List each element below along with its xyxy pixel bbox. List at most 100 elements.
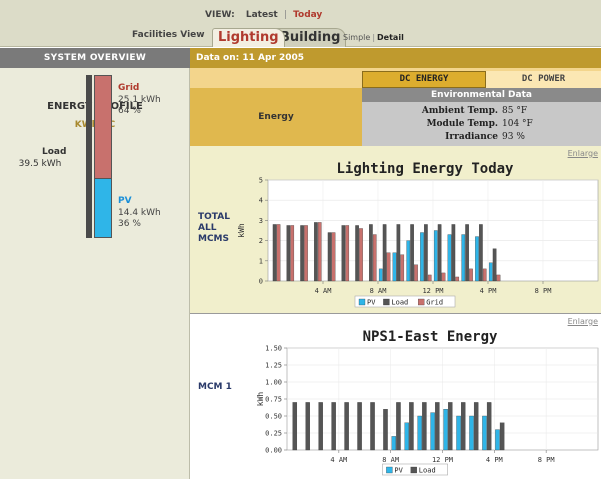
bar-load: [272, 224, 277, 282]
legend-swatch: [383, 298, 390, 306]
y-tick-label: 1.25: [265, 362, 282, 370]
chart-title: NPS1-East Energy: [363, 329, 498, 345]
y-tick-label: 0.25: [265, 430, 282, 438]
tab-dc-energy[interactable]: DC ENERGY: [362, 71, 486, 88]
environmental-data: Ambient Temp. 85 °F Module Temp. 104 °F …: [362, 102, 601, 146]
view-selector: VIEW: Latest | Today: [205, 10, 322, 20]
bar-load: [448, 402, 453, 451]
env-key: Module Temp.: [426, 119, 498, 129]
nps1-east-energy-chart: NPS1-East Energy 0.00 0.25 0.50 0.75 1.00 1.25…: [256, 329, 599, 476]
view-today-link[interactable]: Today: [293, 10, 322, 20]
bar-load: [305, 402, 310, 451]
energy-label: Energy: [190, 88, 362, 146]
row-label-total: TOTAL ALL MCMS: [198, 212, 230, 244]
bar-load: [422, 402, 427, 451]
bar-pv: [488, 262, 493, 282]
facilities-view-link[interactable]: Facilities View: [132, 30, 205, 40]
enlarge-link[interactable]: Enlarge: [568, 317, 598, 326]
pv-percent: 36 %: [118, 219, 141, 229]
y-tick-label: 0.50: [265, 413, 282, 421]
bar-load: [473, 402, 479, 451]
bar-grid: [290, 225, 295, 282]
tab-dc-power[interactable]: DC POWER: [486, 71, 601, 88]
bar-load: [437, 224, 442, 282]
x-tick-label: 4 AM: [315, 287, 332, 295]
bar-load: [318, 402, 323, 451]
y-tick-label: 4: [259, 197, 263, 205]
bar-grid: [496, 274, 501, 282]
bar-load: [465, 224, 469, 282]
legend-label: PV: [394, 467, 403, 475]
bar-pv: [404, 422, 409, 451]
view-label: VIEW:: [205, 10, 235, 20]
top-header: VIEW: Latest | Today Facilities View Lig…: [0, 0, 601, 47]
bar-grid: [359, 228, 363, 282]
y-tick-label: 1: [259, 257, 263, 265]
bar-grid: [427, 274, 432, 282]
y-tick-label: 0: [259, 278, 263, 286]
y-tick-label: 1.00: [265, 379, 282, 387]
pv-kwh: 14.4 kWh: [118, 208, 161, 218]
bar-pv: [495, 429, 500, 451]
load-label: Load: [42, 147, 67, 157]
mode-separator: |: [372, 33, 376, 42]
legend-swatch: [386, 466, 393, 474]
x-tick-label: 4 PM: [486, 456, 503, 464]
bar-pv: [378, 268, 383, 282]
bar-grid: [331, 232, 336, 282]
y-tick-label: 3: [259, 217, 263, 225]
bar-pv: [475, 236, 479, 282]
pv-label: PV: [118, 196, 132, 206]
y-tick-label: 0.75: [265, 396, 282, 404]
bar-load: [292, 402, 298, 451]
row-label-mcm1: MCM 1: [198, 382, 232, 392]
bar-load: [300, 225, 304, 282]
bar-load: [479, 224, 483, 282]
legend-label: Load: [419, 467, 436, 475]
mode-selector: Simple | Detail: [343, 33, 404, 42]
mode-detail-link[interactable]: Detail: [377, 33, 404, 42]
bar-grid: [317, 222, 322, 282]
bar-pv: [392, 252, 397, 282]
bar-pv: [420, 232, 424, 282]
bar-pv: [469, 415, 474, 451]
y-tick-label: 2: [259, 237, 263, 245]
env-value: 93 %: [502, 132, 525, 142]
y-tick-label: 0.00: [265, 447, 282, 455]
bar-load: [370, 402, 375, 451]
y-axis-label: kWh: [256, 392, 265, 407]
grid-percent: 64 %: [118, 106, 141, 116]
x-tick-label: 8 PM: [538, 456, 555, 464]
tab-lighting[interactable]: Lighting: [212, 28, 285, 47]
bar-pv: [417, 415, 422, 451]
bar-load: [396, 402, 401, 451]
env-value: 104 °F: [502, 119, 533, 129]
bar-grid: [441, 272, 446, 282]
env-value: 85 °F: [502, 106, 528, 116]
bar-grid: [372, 234, 377, 282]
x-tick-label: 4 PM: [480, 287, 497, 295]
view-latest-link[interactable]: Latest: [246, 10, 278, 20]
bar-load: [331, 402, 336, 451]
x-tick-label: 8 AM: [382, 456, 399, 464]
grid-segment: [94, 75, 112, 179]
bar-grid: [400, 254, 405, 282]
load-kwh: 39.5 kWh: [18, 159, 62, 169]
y-axis-label: kWh: [237, 223, 246, 238]
grid-label: Grid: [118, 83, 140, 93]
tab-building[interactable]: Building: [274, 28, 347, 47]
mode-simple-link[interactable]: Simple: [343, 33, 370, 42]
legend-swatch: [418, 298, 425, 306]
chart-section-mcm1: Enlarge MCM 1 NPS1-East Energy 0.00 0.25 0.…: [190, 314, 601, 479]
bar-load: [435, 402, 440, 451]
grid-kwh: 25.1 kWh: [118, 95, 161, 105]
bar-grid: [469, 268, 473, 282]
bar-load: [410, 224, 414, 282]
x-tick-label: 8 AM: [370, 287, 387, 295]
x-tick-label: 8 PM: [535, 287, 552, 295]
enlarge-link[interactable]: Enlarge: [568, 149, 598, 158]
bar-load: [286, 225, 291, 282]
x-tick-label: 12 PM: [422, 287, 443, 295]
load-bar: [86, 75, 92, 238]
bar-load: [396, 224, 401, 282]
